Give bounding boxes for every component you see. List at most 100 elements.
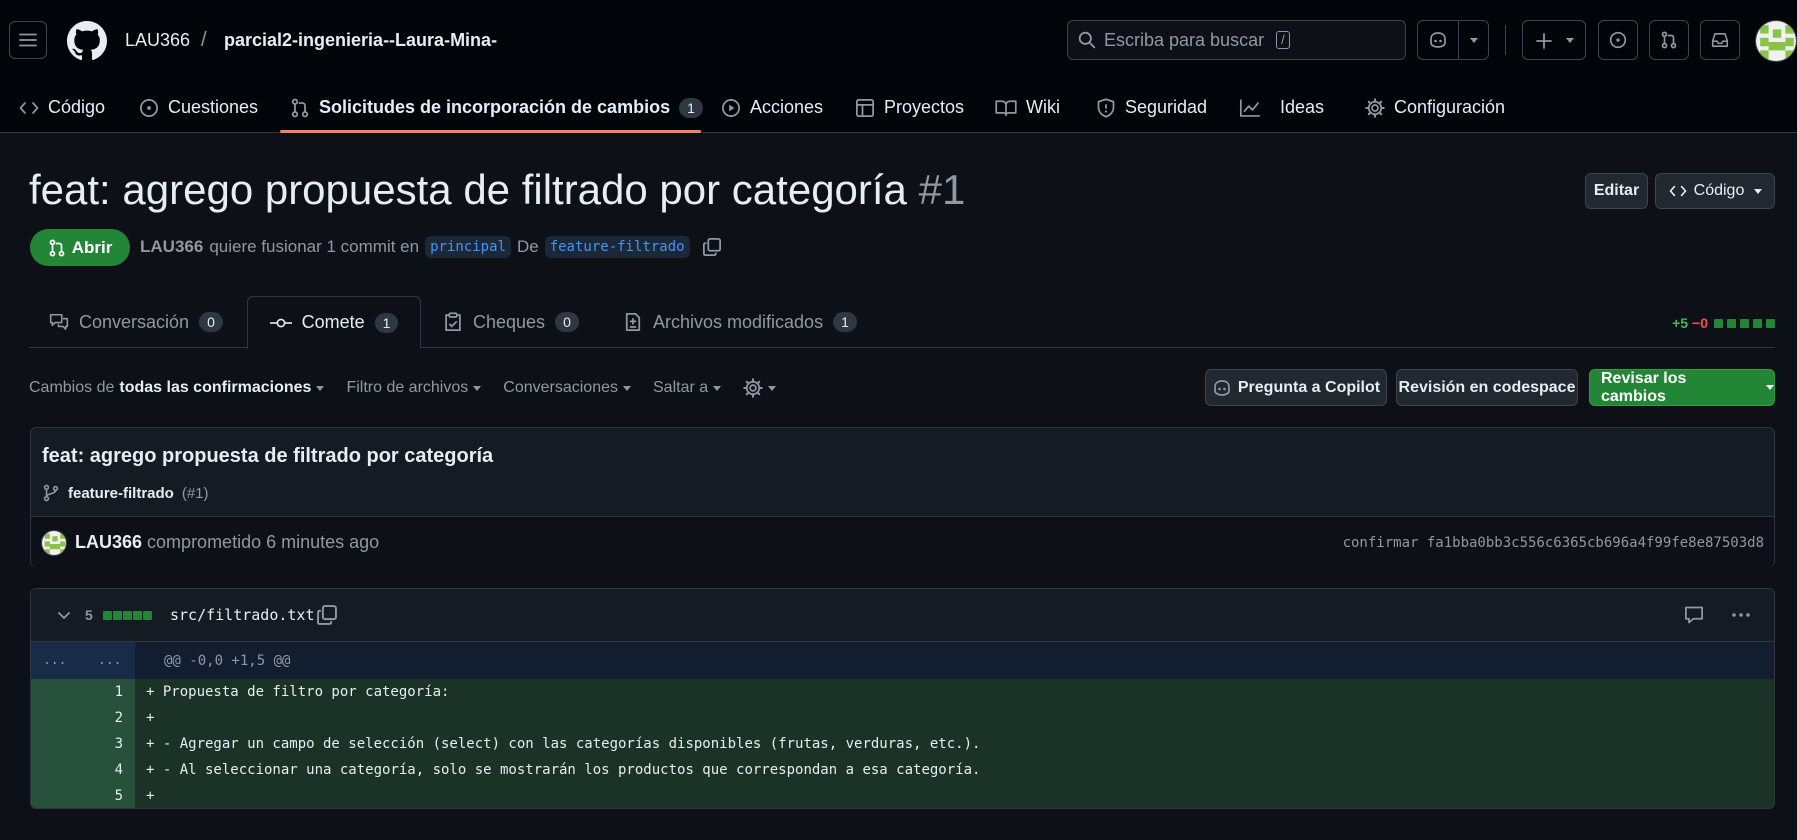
copy-icon[interactable]	[316, 604, 338, 626]
commit-action: comprometido	[147, 532, 262, 552]
commit-author-row: LAU366 comprometido 6 minutes ago confir…	[31, 516, 1774, 567]
base-branch-tag[interactable]: principal	[425, 236, 511, 258]
line-number-gutter[interactable]: 1	[31, 679, 135, 705]
nav-item-label: Proyectos	[884, 97, 965, 117]
nav-item-settings[interactable]: Configuración	[1365, 82, 1505, 133]
nav-item-security[interactable]: Seguridad	[1096, 82, 1207, 133]
code-icon	[1669, 185, 1686, 197]
inbox-button[interactable]	[1700, 20, 1740, 60]
commit-branch: feature-filtrado (#1)	[42, 483, 209, 503]
book-icon	[995, 99, 1017, 116]
git-pull-request-icon	[1661, 31, 1677, 49]
file-filter-label: Filtro de archivos	[346, 379, 469, 396]
changes-prefix: Cambios de	[29, 379, 115, 396]
nav-item-label: Wiki	[1026, 97, 1060, 117]
avatar[interactable]	[41, 530, 67, 556]
commit-branch-name[interactable]: feature-filtrado	[68, 485, 174, 502]
search-input[interactable]: Escriba para buscar /	[1067, 20, 1406, 60]
nav-item-issues[interactable]: Cuestiones	[139, 82, 258, 133]
commit-author[interactable]: LAU366	[75, 532, 142, 552]
line-number-gutter[interactable]: 3	[31, 731, 135, 757]
nav-item-label: Cuestiones	[168, 97, 259, 117]
identicon-avatar-icon	[42, 531, 66, 555]
nav-item-projects[interactable]: Proyectos	[855, 82, 964, 133]
expand-hunk-button[interactable]: ... ...	[31, 642, 135, 679]
copilot-menu-button[interactable]	[1417, 20, 1489, 60]
issue-opened-icon	[140, 98, 158, 117]
chevron-down-icon	[1754, 188, 1763, 194]
commit-title[interactable]: feat: agrego propuesta de filtrado por c…	[42, 445, 493, 468]
line-number: 3	[114, 736, 123, 752]
create-new-button[interactable]	[1522, 20, 1586, 60]
tab-files-changed[interactable]: Archivos modificados 1	[623, 296, 857, 348]
chevron-down-icon[interactable]	[1766, 385, 1774, 390]
tab-label: Comete	[301, 312, 365, 332]
git-pull-request-icon	[49, 239, 65, 256]
inbox-icon	[1711, 33, 1729, 47]
git-branch-icon	[43, 484, 59, 502]
ask-copilot-button[interactable]: Pregunta a Copilot	[1205, 369, 1387, 406]
diff-settings-dropdown[interactable]	[743, 378, 777, 398]
tab-conversation[interactable]: Conversación 0	[49, 296, 223, 348]
gear-icon	[1365, 97, 1385, 118]
pull-requests-button[interactable]	[1649, 20, 1689, 60]
menu-button[interactable]	[9, 21, 47, 59]
commit-pr-ref[interactable]: (#1)	[182, 485, 209, 502]
conversations-dropdown[interactable]: Conversaciones	[503, 379, 631, 397]
tab-commits[interactable]: Comete 1	[247, 296, 421, 349]
line-number-gutter[interactable]: 5	[31, 783, 135, 808]
commit-summary: feat: agrego propuesta de filtrado por c…	[30, 427, 1775, 567]
github-logo-icon[interactable]	[67, 21, 107, 61]
header-divider	[1505, 25, 1506, 55]
pr-tabs: Conversación 0 Comete 1 Cheques 0 Archiv…	[29, 296, 1775, 349]
tab-counter: 1	[374, 312, 399, 333]
diffstat-block	[1727, 318, 1736, 328]
issues-button[interactable]	[1598, 20, 1638, 60]
breadcrumb-owner[interactable]: LAU366	[125, 30, 190, 51]
nav-item-code[interactable]: Código	[19, 82, 105, 133]
line-number-gutter[interactable]: 2	[31, 705, 135, 731]
nav-item-insights[interactable]: Ideas	[1239, 82, 1324, 133]
code-icon	[19, 101, 39, 114]
changes-from-dropdown[interactable]: Cambios de todas las confirmaciones	[29, 379, 325, 397]
tab-checks[interactable]: Cheques 0	[443, 296, 579, 348]
file-header: 5 src/filtrado.txt	[31, 589, 1774, 642]
diff-line: 4 + - Al seleccionar una categoría, solo…	[31, 757, 1774, 783]
tab-label: Cheques	[473, 311, 546, 332]
diffstat-deletions: −0	[1692, 315, 1708, 331]
tab-counter: 1	[833, 312, 857, 332]
conversations-label: Conversaciones	[503, 379, 618, 396]
chevron-down-icon[interactable]	[56, 607, 72, 623]
copy-icon[interactable]	[702, 237, 722, 257]
comment-icon[interactable]	[1684, 605, 1704, 625]
code-dropdown-button[interactable]: Código	[1655, 173, 1775, 209]
nav-item-pull-requests[interactable]: Solicitudes de incorporación de cambios …	[290, 82, 703, 133]
nav-item-actions[interactable]: Acciones	[721, 82, 823, 133]
breadcrumb-repo[interactable]: parcial2-ingenieria--Laura-Mina-	[224, 30, 497, 51]
user-avatar[interactable]	[1755, 20, 1797, 62]
jump-to-dropdown[interactable]: Saltar a	[653, 379, 722, 397]
file-filter-dropdown[interactable]: Filtro de archivos	[346, 379, 482, 397]
file-diffstat	[103, 611, 152, 620]
review-changes-label: Revisar los cambios	[1601, 369, 1687, 405]
pr-author-link[interactable]: LAU366	[140, 237, 203, 257]
nav-item-label: Ideas	[1280, 97, 1325, 117]
kebab-horizontal-icon[interactable]	[1730, 605, 1752, 625]
nav-item-wiki[interactable]: Wiki	[995, 82, 1060, 133]
jump-to-label: Saltar a	[653, 379, 709, 396]
chevron-down-icon	[1566, 38, 1574, 43]
plus-icon	[1536, 33, 1552, 49]
commit-sha[interactable]: confirmar fa1bba0bb3c556c6365cb696a4f99f…	[1343, 535, 1764, 551]
chevron-down-icon	[316, 385, 325, 391]
review-changes-button[interactable]: Revisar los cambios	[1589, 369, 1775, 406]
chevron-down-icon	[1470, 38, 1478, 43]
commit-time: 6 minutes ago	[266, 532, 380, 552]
edit-button[interactable]: Editar	[1585, 173, 1648, 209]
hunk-expander-right: ...	[98, 653, 122, 668]
line-number-gutter[interactable]: 4	[31, 757, 135, 783]
file-path[interactable]: src/filtrado.txt	[170, 606, 315, 624]
tab-counter: 0	[199, 312, 223, 332]
codespace-review-button[interactable]: Revisión en codespace	[1396, 369, 1578, 406]
head-branch-tag[interactable]: feature-filtrado	[544, 236, 690, 258]
pr-title-text: feat: agrego propuesta de filtrado por c…	[29, 166, 907, 213]
